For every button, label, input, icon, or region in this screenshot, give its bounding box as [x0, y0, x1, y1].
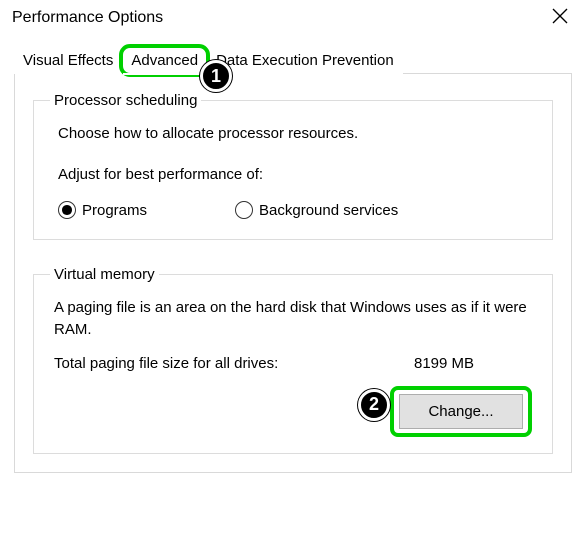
- close-button[interactable]: [540, 6, 580, 30]
- processor-subhead: Adjust for best performance of:: [58, 166, 536, 183]
- tab-visual-effects[interactable]: Visual Effects: [14, 47, 122, 74]
- tab-dep[interactable]: Data Execution Prevention: [207, 47, 403, 74]
- radio-programs[interactable]: Programs: [58, 201, 147, 219]
- close-icon: [552, 8, 568, 24]
- tab-advanced[interactable]: Advanced: [122, 47, 207, 74]
- radio-dot-icon: [58, 201, 76, 219]
- vm-total-value: 8199 MB: [414, 355, 474, 372]
- group-processor-scheduling: Processor scheduling Choose how to alloc…: [33, 92, 553, 240]
- tab-panel-advanced: Processor scheduling Choose how to alloc…: [14, 74, 572, 473]
- radio-programs-label: Programs: [82, 202, 147, 219]
- tabstrip: Visual Effects Advanced Data Execution P…: [14, 42, 572, 74]
- change-button[interactable]: Change...: [399, 394, 523, 429]
- group-virtual-memory: Virtual memory A paging file is an area …: [33, 266, 553, 454]
- group-legend-processor: Processor scheduling: [50, 92, 201, 109]
- window-title: Performance Options: [12, 9, 163, 27]
- virtual-memory-desc: A paging file is an area on the hard dis…: [54, 297, 536, 341]
- radio-background-services[interactable]: Background services: [235, 201, 398, 219]
- annotation-marker-1: 1: [200, 60, 232, 92]
- processor-desc: Choose how to allocate processor resourc…: [58, 125, 536, 142]
- radio-background-label: Background services: [259, 202, 398, 219]
- annotation-marker-2: 2: [358, 389, 390, 421]
- group-legend-virtual-memory: Virtual memory: [50, 266, 159, 283]
- highlight-change-button: Change...: [390, 386, 532, 437]
- vm-total-label: Total paging file size for all drives:: [54, 355, 414, 372]
- radio-dot-icon: [235, 201, 253, 219]
